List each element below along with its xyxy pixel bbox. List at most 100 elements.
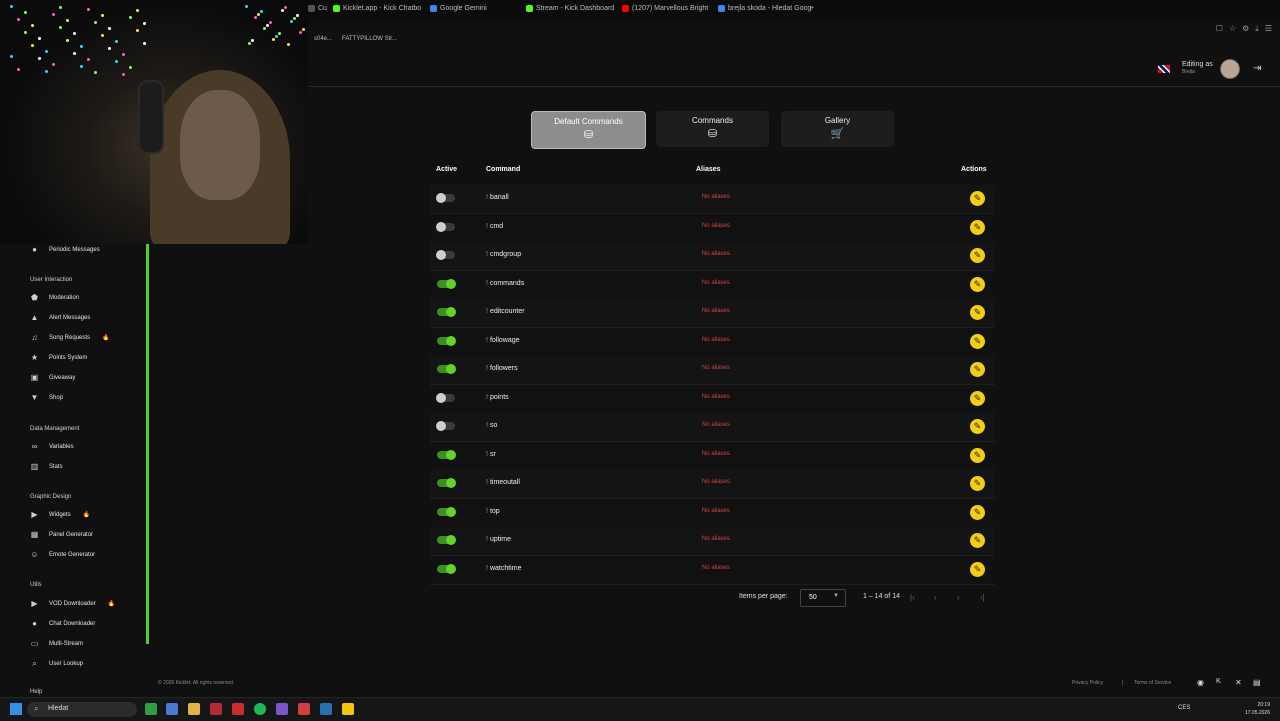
edit-icon[interactable]: ✎ bbox=[970, 561, 985, 577]
sidebar-item-periodic-messages[interactable]: ● Periodic Messages bbox=[30, 245, 100, 254]
last-page-icon[interactable]: ›| bbox=[980, 593, 985, 602]
active-toggle[interactable] bbox=[437, 478, 456, 488]
taskbar-search[interactable]: ⌕ Hledat bbox=[27, 702, 137, 717]
string-light bbox=[143, 22, 146, 25]
sidebar-item-song-requests[interactable]: ♫ Song Requests 🔥 bbox=[30, 333, 110, 342]
folder-icon[interactable] bbox=[188, 703, 200, 715]
star-icon[interactable]: ☆ bbox=[1229, 24, 1236, 34]
spotify-icon[interactable] bbox=[254, 703, 266, 715]
active-toggle[interactable] bbox=[437, 535, 456, 545]
edit-icon[interactable]: ✎ bbox=[970, 390, 985, 406]
uk-flag-icon[interactable] bbox=[1158, 65, 1170, 73]
browser-tab[interactable]: Kicklet.app - Kick Chatbo bbox=[333, 5, 421, 12]
sidebar-item-widgets[interactable]: ▶ Widgets 🔥 bbox=[30, 510, 90, 519]
prev-page-icon[interactable]: ‹ bbox=[934, 593, 937, 602]
edit-icon[interactable]: ✎ bbox=[970, 191, 985, 206]
edit-icon[interactable]: ✎ bbox=[970, 333, 985, 349]
browser-tab[interactable]: Google Gemini bbox=[430, 5, 487, 12]
messenger-icon[interactable] bbox=[276, 703, 288, 715]
extensions-icon[interactable]: ⚙ bbox=[1242, 24, 1249, 34]
terms-link[interactable]: Terms of Service bbox=[1134, 680, 1171, 686]
next-page-icon[interactable]: › bbox=[957, 593, 960, 602]
edit-icon[interactable]: ✎ bbox=[970, 248, 985, 263]
sidebar-item-shop[interactable]: ▼ Shop bbox=[30, 393, 63, 402]
active-toggle[interactable] bbox=[437, 563, 456, 574]
browser-tab[interactable]: Cu bbox=[308, 5, 327, 12]
tab-gallery[interactable]: Gallery 🛒 bbox=[781, 111, 894, 147]
sidebar-item-panel-generator[interactable]: ▦ Panel Generator bbox=[30, 530, 93, 539]
command-label: banall bbox=[489, 194, 509, 201]
active-toggle[interactable] bbox=[437, 278, 456, 289]
active-toggle[interactable] bbox=[437, 364, 456, 374]
clock[interactable]: 20:19 17.05.2026 bbox=[1245, 701, 1270, 717]
edit-icon[interactable]: ✎ bbox=[970, 219, 985, 235]
logout-icon[interactable]: ⇥ bbox=[1253, 63, 1261, 74]
sidebar-item-multi-stream[interactable]: ▭ Multi-Stream bbox=[30, 639, 83, 648]
items-per-page-select[interactable]: 50 ▼ bbox=[800, 589, 846, 607]
command-prefix: ! bbox=[486, 308, 488, 315]
sidebar-item-giveaway[interactable]: ▣ Giveaway bbox=[30, 373, 76, 382]
tab-default-commands[interactable]: Default Commands ⛁ bbox=[531, 111, 646, 149]
obs-icon[interactable] bbox=[298, 703, 310, 715]
tab-favicon-icon bbox=[430, 5, 437, 12]
sidebar-item-variables[interactable]: ∞ Variables bbox=[30, 442, 74, 451]
menu-icon[interactable]: ☰ bbox=[1265, 24, 1272, 34]
sidebar-item-stats[interactable]: ▥ Stats bbox=[30, 462, 63, 471]
edit-icon[interactable]: ✎ bbox=[970, 305, 985, 320]
browser-tab[interactable]: Stream - Kick Dashboard bbox=[526, 5, 614, 12]
app-icon[interactable] bbox=[232, 703, 244, 715]
edit-icon[interactable]: ✎ bbox=[970, 476, 985, 491]
active-toggle[interactable] bbox=[436, 221, 455, 232]
privacy-link[interactable]: Privacy Policy bbox=[1072, 680, 1103, 686]
toggle-knob bbox=[446, 335, 456, 346]
edit-icon[interactable]: ✎ bbox=[970, 447, 985, 463]
sidebar-item-chat-downloader[interactable]: ● Chat Downloader bbox=[30, 619, 95, 628]
sidebar-item-alert-messages[interactable]: ▲ Alert Messages bbox=[30, 313, 91, 322]
edit-icon[interactable]: ✎ bbox=[970, 276, 985, 292]
notes-icon[interactable] bbox=[342, 703, 354, 715]
bookmark-icon[interactable]: ☐ bbox=[1216, 24, 1223, 34]
command-label: cmd bbox=[489, 222, 504, 230]
sidebar-help[interactable]: Help bbox=[30, 689, 42, 695]
download-icon[interactable]: ⤓ bbox=[1255, 24, 1259, 34]
kick-icon[interactable]: K bbox=[1216, 678, 1221, 685]
opera-icon[interactable] bbox=[210, 703, 222, 715]
bookmark-item[interactable]: s04e... bbox=[314, 36, 332, 42]
clock-date: 17.05.2026 bbox=[1244, 710, 1270, 716]
active-toggle[interactable] bbox=[436, 193, 455, 203]
tab-commands[interactable]: Commands ⛁ bbox=[656, 111, 769, 147]
edit-icon[interactable]: ✎ bbox=[970, 419, 985, 434]
edit-icon[interactable]: ✎ bbox=[970, 504, 985, 520]
sidebar-item-user-lookup[interactable]: ⌕ User Lookup bbox=[30, 659, 83, 668]
language-indicator[interactable]: CES bbox=[1178, 705, 1190, 711]
new-tab-button[interactable]: + bbox=[810, 5, 814, 12]
active-toggle[interactable] bbox=[437, 335, 456, 346]
x-icon[interactable]: ✕ bbox=[1235, 678, 1242, 687]
sidebar-scrollbar[interactable] bbox=[146, 244, 149, 644]
string-light bbox=[122, 73, 125, 76]
browser-tab[interactable]: (1207) Marvellous Bright bbox=[622, 5, 708, 12]
discord-icon[interactable]: ◉ bbox=[1197, 678, 1204, 687]
sidebar-item-emote-generator[interactable]: ☺ Emote Generator bbox=[30, 550, 95, 559]
active-toggle[interactable] bbox=[436, 250, 455, 260]
active-toggle[interactable] bbox=[437, 449, 456, 460]
command-name: ! sr bbox=[486, 451, 496, 458]
edit-icon[interactable]: ✎ bbox=[970, 362, 985, 377]
steam-icon[interactable] bbox=[320, 703, 332, 715]
active-toggle[interactable] bbox=[436, 392, 455, 403]
active-toggle[interactable] bbox=[437, 506, 456, 517]
browser-tab[interactable]: brejla skoda - Hledat Goog bbox=[718, 5, 811, 12]
active-toggle[interactable] bbox=[436, 421, 455, 431]
sidebar-item-vod-downloader[interactable]: ▶ VOD Downloader 🔥 bbox=[30, 599, 115, 608]
edit-icon[interactable]: ✎ bbox=[970, 533, 985, 548]
sidebar-item-moderation[interactable]: ⬟ Moderation bbox=[30, 293, 79, 302]
bookmark-item[interactable]: FATTYPILLOW Str... bbox=[342, 36, 397, 42]
sidebar-item-points-system[interactable]: ★ Points System bbox=[30, 353, 87, 362]
first-page-icon[interactable]: |‹ bbox=[910, 593, 915, 602]
docs-icon[interactable]: ▤ bbox=[1253, 678, 1261, 687]
xbox-icon[interactable] bbox=[145, 703, 157, 715]
windows-start-icon[interactable] bbox=[10, 703, 22, 715]
browser-icon[interactable] bbox=[166, 703, 178, 715]
avatar[interactable] bbox=[1220, 59, 1240, 79]
active-toggle[interactable] bbox=[437, 307, 456, 317]
